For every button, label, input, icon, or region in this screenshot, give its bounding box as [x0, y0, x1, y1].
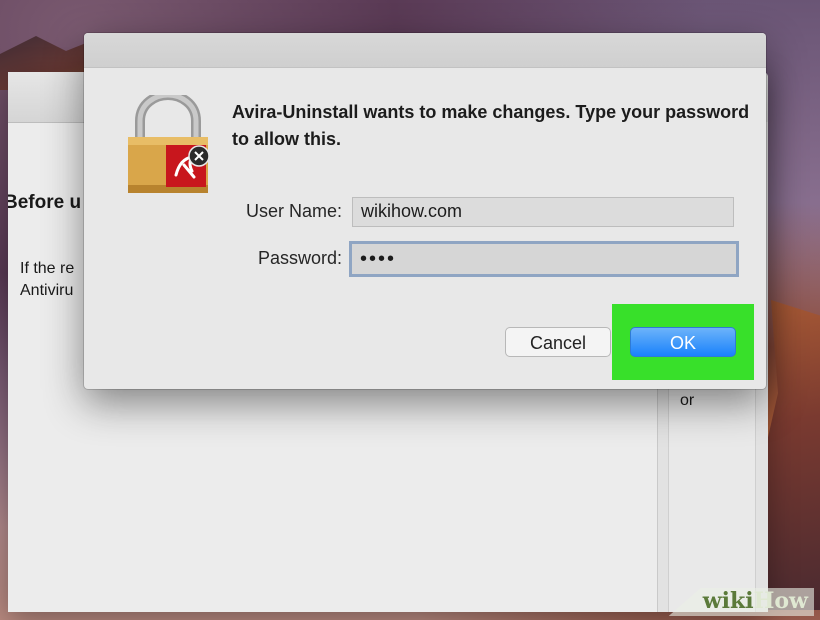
close-badge-icon [188, 145, 210, 167]
background-heading: Before u [8, 192, 82, 213]
password-field[interactable]: •••• [349, 241, 739, 277]
dialog-message: Avira-Uninstall wants to make changes. T… [232, 102, 750, 149]
ok-button[interactable]: OK [630, 327, 736, 357]
watermark-how: How [753, 588, 808, 614]
username-field[interactable]: wikihow.com [352, 197, 734, 227]
username-label: User Name: [245, 201, 342, 221]
cancel-button[interactable]: Cancel [505, 327, 611, 357]
background-body-text: If the re Antiviru [20, 260, 75, 299]
password-label: Password: [257, 248, 342, 268]
auth-dialog: Avira-Uninstall wants to make changes. T… [84, 33, 766, 389]
background-right-text: or [680, 392, 695, 409]
dialog-titlebar [84, 33, 766, 68]
watermark-wiki: wiki [702, 588, 754, 614]
